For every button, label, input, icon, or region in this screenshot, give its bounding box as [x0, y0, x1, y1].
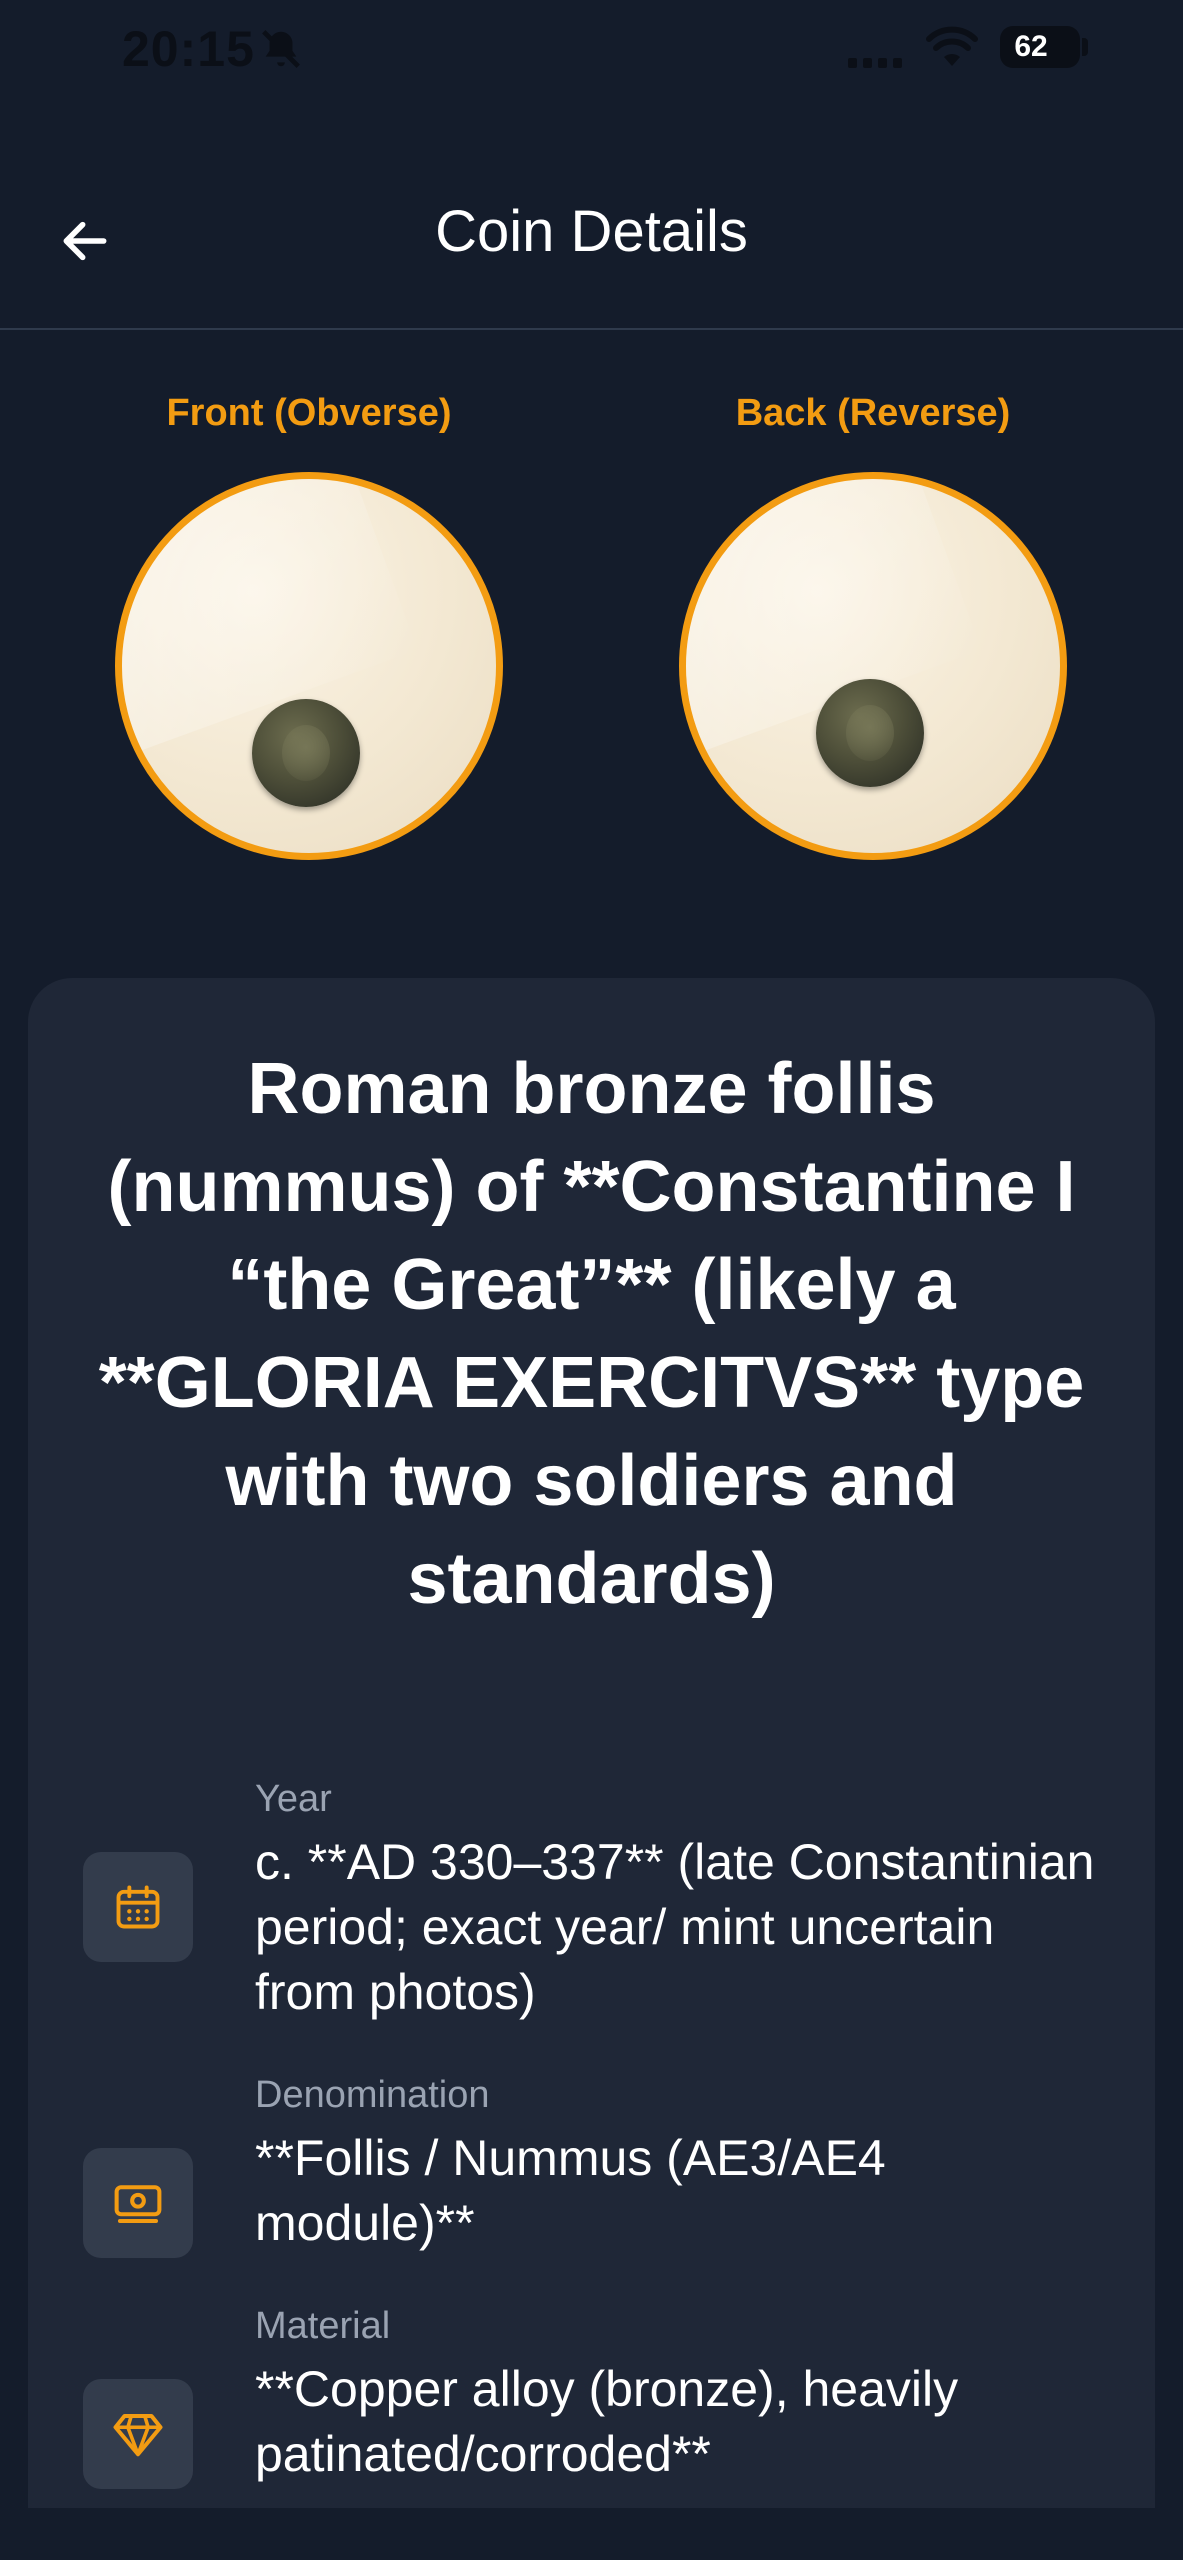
back-label: Back (Reverse)	[735, 392, 1011, 434]
back-image-section: Back (Reverse)	[673, 392, 1073, 860]
wifi-icon	[926, 26, 978, 66]
page-title: Coin Details	[435, 199, 748, 264]
coin-reverse-photo	[816, 679, 924, 787]
front-label: Front (Obverse)	[166, 392, 452, 434]
detail-value: c. **AD 330–337** (late Constantinian pe…	[255, 1834, 1095, 2020]
detail-value: **Copper alloy (bronze), heavily patinat…	[255, 2361, 959, 2482]
detail-value: **Follis / Nummus (AE3/AE4 module)**	[255, 2130, 886, 2251]
detail-label: Year	[255, 1778, 332, 1820]
detail-label: Denomination	[255, 2074, 490, 2116]
back-coin-image[interactable]	[679, 472, 1067, 860]
battery-icon: 62	[1000, 26, 1080, 68]
banknote-icon	[83, 2148, 193, 2258]
bell-slash-icon	[262, 30, 300, 68]
battery-cap	[1082, 38, 1088, 56]
signal-icon	[848, 58, 902, 68]
status-bar: 20:15 62	[0, 0, 1183, 110]
battery-level: 62	[1014, 30, 1048, 63]
coin-obverse-photo	[252, 699, 360, 807]
detail-label: Material	[255, 2305, 391, 2347]
gem-icon	[83, 2379, 193, 2489]
front-image-section: Front (Obverse)	[109, 392, 509, 860]
app-header: Coin Details	[0, 160, 1183, 330]
status-time: 20:15	[122, 21, 255, 77]
coin-title: Roman bronze follis (nummus) of **Consta…	[98, 1049, 1085, 1619]
coin-details-card: Roman bronze follis (nummus) of **Consta…	[28, 978, 1155, 2508]
calendar-icon	[83, 1852, 193, 1962]
front-coin-image[interactable]	[115, 472, 503, 860]
